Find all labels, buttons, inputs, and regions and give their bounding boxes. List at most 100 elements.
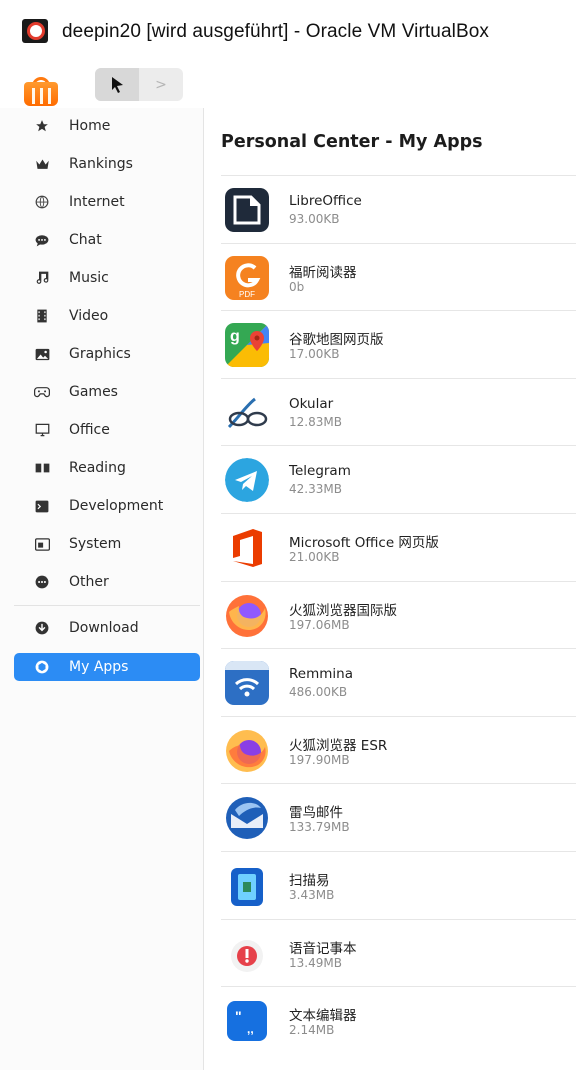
app-size: 42.33MB	[289, 482, 342, 497]
sidebar-item-label: Reading	[69, 460, 126, 476]
gamepad-icon	[34, 384, 50, 400]
app-size: 13.49MB	[289, 955, 342, 970]
svg-text:PDF: PDF	[239, 290, 255, 299]
forward-button[interactable]: >	[139, 68, 183, 101]
sidebar-item-label: Home	[69, 118, 111, 134]
sidebar-item-system[interactable]: System	[14, 530, 200, 558]
svg-text:g: g	[230, 328, 240, 345]
window-titlebar: deepin20 [wird ausgeführt] - Oracle VM V…	[0, 0, 576, 64]
svg-text:,,: ,,	[247, 1022, 254, 1036]
sidebar-item-graphics[interactable]: Graphics	[14, 340, 200, 368]
sidebar-item-label: Chat	[69, 232, 102, 248]
app-toolbar	[0, 64, 576, 108]
list-item[interactable]: Okular 12.83MB	[221, 377, 576, 446]
sidebar-item-label: Graphics	[69, 346, 131, 362]
film-icon	[34, 308, 50, 324]
list-item[interactable]: 火狐浏览器 ESR 197.90MB	[221, 715, 576, 784]
download-icon	[34, 620, 50, 636]
list-item[interactable]: Microsoft Office 网页版 21.00KB	[221, 512, 576, 581]
sidebar-item-label: Download	[69, 620, 139, 636]
list-item[interactable]: PDF 福昕阅读器 0b	[221, 242, 576, 311]
crown-icon	[34, 156, 50, 172]
list-item[interactable]: 扫描易 3.43MB	[221, 850, 576, 919]
virtualbox-icon	[22, 19, 52, 45]
app-list: LibreOffice 93.00KB PDF 福昕阅读器 0b g 谷歌地图网…	[221, 175, 576, 1054]
app-name: Remmina	[289, 666, 353, 683]
sidebar-item-label: Development	[69, 498, 164, 514]
sidebar-item-label: Office	[69, 422, 110, 438]
window-title: deepin20 [wird ausgeführt] - Oracle VM V…	[62, 21, 489, 42]
sidebar-item-download[interactable]: Download	[14, 614, 200, 642]
sidebar-item-video[interactable]: Video	[14, 302, 200, 330]
sidebar-item-internet[interactable]: Internet	[14, 188, 200, 216]
book-icon	[34, 460, 50, 476]
app-name: 谷歌地图网页版	[289, 332, 384, 349]
sidebar-item-music[interactable]: Music	[14, 264, 200, 292]
list-item[interactable]: 火狐浏览器国际版 197.06MB	[221, 580, 576, 649]
scanner-icon	[225, 863, 269, 908]
sidebar-item-label: Games	[69, 384, 118, 400]
list-item[interactable]: ",, 文本编辑器 2.14MB	[221, 986, 576, 1054]
sidebar-item-reading[interactable]: Reading	[14, 454, 200, 482]
globe-icon	[34, 194, 50, 210]
sidebar-item-office[interactable]: Office	[14, 416, 200, 444]
page-title: Personal Center - My Apps	[221, 132, 483, 152]
app-size: 93.00KB	[289, 212, 340, 226]
app-name: Okular	[289, 395, 334, 412]
app-name: Telegram	[289, 463, 351, 480]
app-size: 486.00KB	[289, 685, 348, 700]
svg-text:": "	[235, 1008, 242, 1024]
sidebar-divider	[14, 605, 200, 606]
monitor-icon	[34, 422, 50, 438]
sidebar-item-label: Music	[69, 270, 109, 286]
app-store-logo-icon	[22, 76, 62, 106]
sidebar-item-other[interactable]: Other	[14, 568, 200, 596]
cube-icon	[34, 659, 50, 675]
sidebar-item-label: Internet	[69, 194, 125, 210]
sidebar-item-label: Video	[69, 308, 109, 324]
list-item[interactable]: Remmina 486.00KB	[221, 648, 576, 716]
app-name: 福昕阅读器	[289, 264, 357, 281]
telegram-icon	[225, 458, 269, 503]
okular-icon	[225, 390, 269, 435]
app-size: 12.83MB	[289, 414, 342, 429]
app-size: 21.00KB	[289, 549, 340, 564]
sidebar-item-games[interactable]: Games	[14, 378, 200, 406]
main-content: Personal Center - My Apps LibreOffice 93…	[205, 108, 576, 1070]
list-item[interactable]: 雷鸟邮件 133.79MB	[221, 783, 576, 851]
app-name: 语音记事本	[289, 940, 357, 957]
list-item[interactable]: LibreOffice 93.00KB	[221, 175, 576, 243]
list-item[interactable]: Telegram 42.33MB	[221, 445, 576, 513]
app-name: Microsoft Office 网页版	[289, 534, 439, 551]
navigation-buttons: >	[95, 68, 183, 101]
app-size: 3.43MB	[289, 887, 335, 902]
app-size: 197.06MB	[289, 617, 350, 632]
sidebar-item-development[interactable]: Development	[14, 492, 200, 520]
settings-window-icon	[34, 536, 50, 552]
app-name: 火狐浏览器国际版	[289, 602, 397, 619]
list-item[interactable]: 语音记事本 13.49MB	[221, 918, 576, 987]
chevron-right-icon: >	[155, 76, 167, 93]
thunderbird-icon	[225, 796, 269, 840]
list-item[interactable]: g 谷歌地图网页版 17.00KB	[221, 310, 576, 378]
app-size: 2.14MB	[289, 1023, 335, 1038]
sidebar-item-label: Other	[69, 574, 109, 590]
sidebar-item-label: My Apps	[69, 659, 129, 675]
text-editor-icon: ",,	[225, 999, 269, 1043]
app-size: 133.79MB	[289, 820, 350, 835]
sidebar-item-my-apps[interactable]: My Apps	[14, 653, 200, 681]
app-name: 扫描易	[289, 872, 330, 889]
app-name: 文本编辑器	[289, 1008, 357, 1025]
back-button[interactable]	[95, 68, 139, 101]
firefox-icon	[225, 594, 269, 638]
app-size: 197.90MB	[289, 752, 350, 767]
sidebar-item-label: Rankings	[69, 156, 133, 172]
cursor-back-icon	[112, 76, 123, 93]
app-name: 火狐浏览器 ESR	[289, 737, 388, 754]
terminal-icon	[34, 498, 50, 514]
sidebar-item-home[interactable]: Home	[14, 112, 200, 140]
chat-bubble-icon	[34, 232, 50, 248]
star-icon	[34, 118, 50, 134]
sidebar-item-rankings[interactable]: Rankings	[14, 150, 200, 178]
sidebar-item-chat[interactable]: Chat	[14, 226, 200, 254]
